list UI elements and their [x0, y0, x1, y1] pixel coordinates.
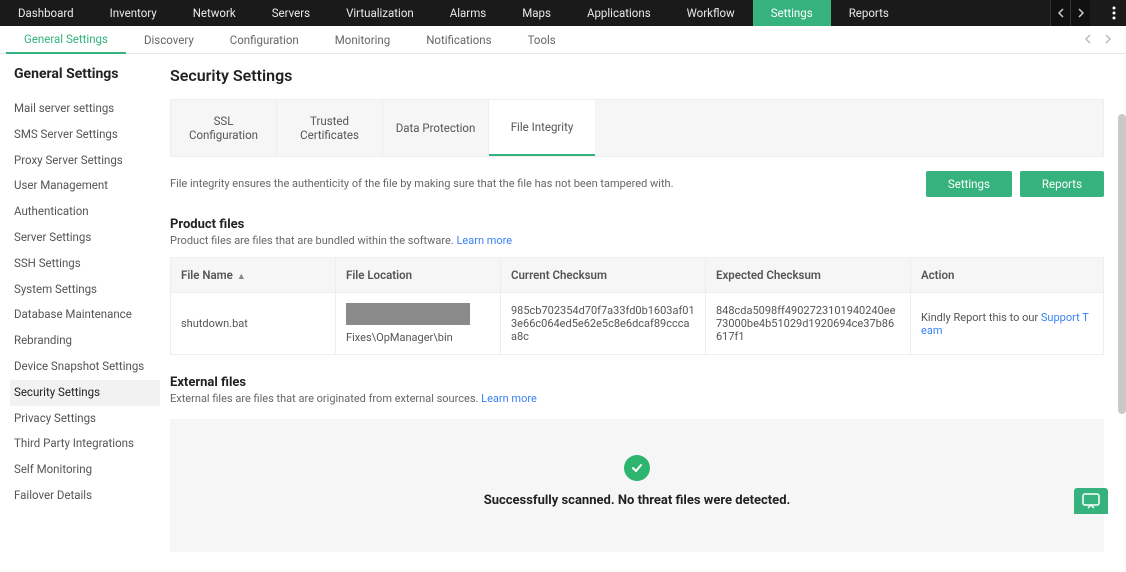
tab-trusted-certificates[interactable]: Trusted Certificates [277, 100, 383, 156]
tab-label: Data Protection [383, 121, 488, 135]
product-learn-more-link[interactable]: Learn more [456, 234, 512, 247]
nav-applications[interactable]: Applications [569, 0, 669, 26]
sidebar-item-security-settings[interactable]: Security Settings [10, 380, 160, 406]
nav-network[interactable]: Network [175, 0, 254, 26]
nav-reports[interactable]: Reports [831, 0, 907, 26]
subnav-next-icon[interactable] [1100, 33, 1116, 47]
sidebar-item-sms-server[interactable]: SMS Server Settings [10, 122, 160, 148]
main-content: Security Settings SSL Configuration Trus… [160, 54, 1126, 572]
external-files-status-panel: Successfully scanned. No threat files we… [170, 419, 1104, 552]
nav-maps[interactable]: Maps [504, 0, 569, 26]
sidebar-item-self-monitoring[interactable]: Self Monitoring [10, 457, 160, 483]
page-title: Security Settings [170, 66, 1104, 85]
nav-alarms[interactable]: Alarms [432, 0, 504, 26]
sidebar-item-proxy-server[interactable]: Proxy Server Settings [10, 148, 160, 174]
cell-current-checksum: 985cb702354d70f7a33fd0b1603af013e66c064e… [501, 293, 706, 355]
sort-icon: ▲ [237, 272, 246, 282]
success-check-icon [624, 455, 650, 481]
tab-label: Trusted [277, 114, 382, 128]
nav-prev-icon[interactable] [1050, 0, 1070, 26]
sidebar-item-ssh-settings[interactable]: SSH Settings [10, 251, 160, 277]
subnav-monitoring[interactable]: Monitoring [317, 26, 408, 54]
sub-nav: General Settings Discovery Configuration… [0, 26, 1126, 54]
settings-button[interactable]: Settings [926, 171, 1012, 197]
file-integrity-description: File integrity ensures the authenticity … [170, 176, 674, 193]
col-file-name[interactable]: File Name ▲ [171, 258, 336, 293]
sidebar-item-device-snapshot[interactable]: Device Snapshot Settings [10, 354, 160, 380]
sidebar-item-server-settings[interactable]: Server Settings [10, 225, 160, 251]
cell-action-text: Kindly Report this to our [921, 311, 1041, 324]
tab-label: Certificates [277, 128, 382, 142]
sidebar-item-rebranding[interactable]: Rebranding [10, 328, 160, 354]
external-files-desc-text: External files are files that are origin… [170, 392, 481, 405]
help-fab-icon[interactable] [1074, 488, 1108, 514]
sidebar-item-authentication[interactable]: Authentication [10, 199, 160, 225]
cell-file-location: Fixes\OpManager\bin [336, 293, 501, 355]
nav-next-icon[interactable] [1070, 0, 1090, 26]
col-action[interactable]: Action [911, 258, 1104, 293]
sidebar-item-privacy-settings[interactable]: Privacy Settings [10, 406, 160, 432]
security-tabs: SSL Configuration Trusted Certificates D… [170, 99, 1104, 157]
kebab-menu-icon[interactable] [1102, 0, 1126, 26]
sidebar-item-third-party[interactable]: Third Party Integrations [10, 431, 160, 457]
cell-action: Kindly Report this to our Support Team [911, 293, 1104, 355]
nav-workflow[interactable]: Workflow [669, 0, 753, 26]
cell-file-name: shutdown.bat [171, 293, 336, 355]
external-files-heading: External files [170, 375, 1104, 390]
sidebar-item-system-settings[interactable]: System Settings [10, 277, 160, 303]
subnav-prev-icon[interactable] [1080, 33, 1096, 47]
product-files-table: File Name ▲ File Location Current Checksu… [170, 257, 1104, 355]
cell-expected-checksum: 848cda5098ff4902723101940240ee73000be4b5… [706, 293, 911, 355]
product-files-description: Product files are files that are bundled… [170, 234, 1104, 247]
sidebar-item-database-maintenance[interactable]: Database Maintenance [10, 302, 160, 328]
product-files-heading: Product files [170, 217, 1104, 232]
col-file-name-label: File Name [181, 268, 233, 282]
nav-servers[interactable]: Servers [254, 0, 328, 26]
sidebar-item-mail-server[interactable]: Mail server settings [10, 96, 160, 122]
tab-label: File Integrity [489, 120, 595, 134]
subnav-configuration[interactable]: Configuration [212, 26, 317, 54]
product-files-desc-text: Product files are files that are bundled… [170, 234, 456, 247]
col-expected-checksum[interactable]: Expected Checksum [706, 258, 911, 293]
top-nav: Dashboard Inventory Network Servers Virt… [0, 0, 1126, 26]
tab-ssl-configuration[interactable]: SSL Configuration [171, 100, 277, 156]
external-files-description: External files are files that are origin… [170, 392, 1104, 405]
nav-dashboard[interactable]: Dashboard [0, 0, 92, 26]
nav-virtualization[interactable]: Virtualization [328, 0, 432, 26]
scroll-thumb[interactable] [1118, 114, 1126, 414]
tab-data-protection[interactable]: Data Protection [383, 100, 489, 156]
external-learn-more-link[interactable]: Learn more [481, 392, 537, 405]
col-current-checksum[interactable]: Current Checksum [501, 258, 706, 293]
sidebar-item-failover-details[interactable]: Failover Details [10, 483, 160, 509]
tab-label: Configuration [171, 128, 276, 142]
nav-settings[interactable]: Settings [753, 0, 831, 26]
tab-label: SSL [171, 114, 276, 128]
reports-button[interactable]: Reports [1020, 171, 1104, 197]
scan-success-message: Successfully scanned. No threat files we… [180, 493, 1094, 508]
table-row: shutdown.bat Fixes\OpManager\bin 985cb70… [171, 293, 1104, 355]
redacted-block [346, 303, 470, 325]
nav-inventory[interactable]: Inventory [92, 0, 175, 26]
sidebar-item-user-management[interactable]: User Management [10, 173, 160, 199]
scrollbar[interactable] [1118, 114, 1126, 572]
cell-file-location-text: Fixes\OpManager\bin [346, 331, 453, 344]
sidebar-title: General Settings [14, 66, 160, 82]
subnav-discovery[interactable]: Discovery [126, 26, 212, 54]
subnav-notifications[interactable]: Notifications [408, 26, 509, 54]
subnav-general-settings[interactable]: General Settings [6, 26, 126, 54]
subnav-tools[interactable]: Tools [510, 26, 574, 54]
col-file-location[interactable]: File Location [336, 258, 501, 293]
sidebar: General Settings Mail server settings SM… [0, 54, 160, 572]
tab-file-integrity[interactable]: File Integrity [489, 100, 595, 156]
